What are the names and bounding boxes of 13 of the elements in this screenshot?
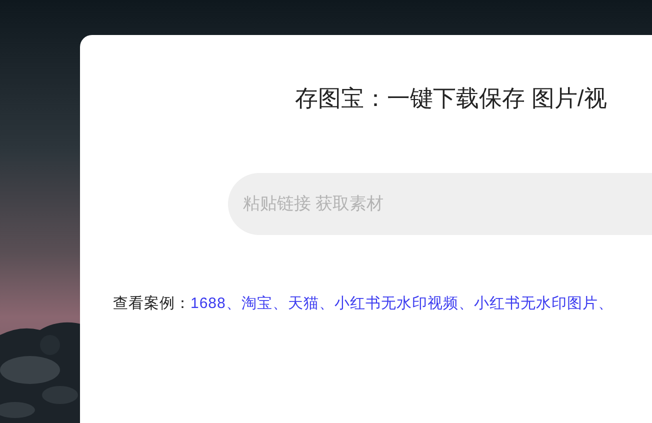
separator-mark: 、 <box>598 294 614 314</box>
example-link[interactable]: 小红书无水印图片 <box>474 293 598 316</box>
page-title: 存图宝：一键下载保存 图片/视 <box>295 87 607 110</box>
example-link[interactable]: 淘宝 <box>241 293 272 316</box>
examples-label: 查看案例： <box>113 294 190 314</box>
separator-mark: 、 <box>318 294 334 314</box>
separator-mark: 、 <box>226 294 242 314</box>
example-link[interactable]: 天猫 <box>288 293 319 316</box>
example-link[interactable]: 1688 <box>190 293 226 316</box>
separator-mark: 、 <box>272 294 288 314</box>
separator-mark: 、 <box>458 294 474 314</box>
example-link[interactable]: 小红书无水印视频 <box>334 293 458 316</box>
search-field[interactable]: 粘贴链接 获取素材 <box>228 173 652 235</box>
